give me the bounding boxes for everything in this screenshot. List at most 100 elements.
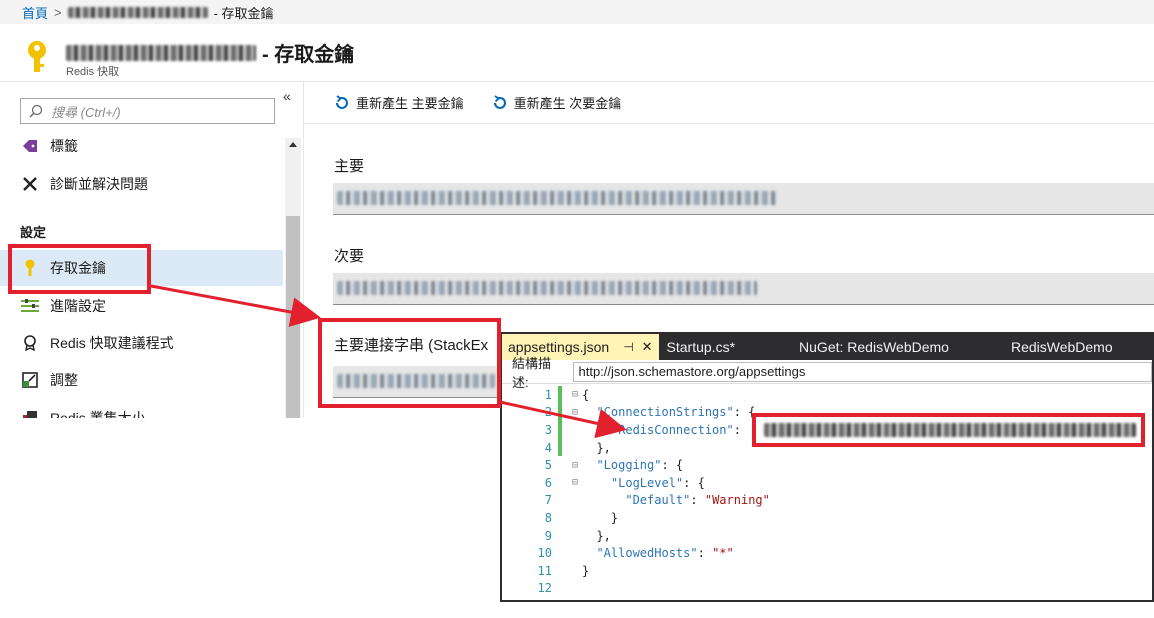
sidebar-item-label: 調整 [50, 372, 78, 388]
secondary-key-field[interactable] [333, 273, 1154, 305]
tag-icon [20, 137, 40, 155]
search-input[interactable]: 搜尋 (Ctrl+/) [20, 98, 275, 124]
pin-icon[interactable]: ⊣ [623, 340, 633, 354]
line-number: 11 [537, 563, 552, 578]
change-marker [558, 509, 562, 527]
redacted-resource-name[interactable] [67, 6, 208, 18]
sidebar-item-redis-advisor[interactable]: Redis 快取建議程式 [0, 325, 283, 361]
refresh-icon [493, 94, 506, 109]
line-number: 3 [544, 422, 552, 437]
schema-bar: 結構描述: http://json.schemastore.org/appset… [502, 356, 1152, 390]
code-line[interactable]: 9 }, [502, 527, 1152, 545]
change-marker [558, 456, 562, 474]
json-punctuation: : [733, 422, 749, 437]
scrollbar-thumb[interactable] [286, 216, 300, 418]
code-line[interactable]: 6 ⊟ "LogLevel": { [502, 474, 1152, 492]
change-marker [558, 421, 562, 439]
cluster-icon [20, 409, 40, 418]
json-string: "*" [712, 546, 734, 561]
json-punctuation: : { [683, 475, 705, 490]
line-number: 9 [544, 528, 552, 543]
breadcrumb-home-link[interactable]: 首頁 [22, 3, 48, 22]
scroll-up-icon[interactable] [289, 142, 297, 147]
code-line[interactable]: 12 [502, 580, 1152, 598]
change-marker [558, 492, 562, 510]
change-marker [558, 544, 562, 562]
redacted-redis-connection-value [764, 423, 1136, 437]
line-number: 7 [544, 493, 552, 508]
sidebar-item-label: Redis 快取建議程式 [50, 335, 174, 351]
sidebar-item-cluster-size[interactable]: Redis 叢集大小 [0, 400, 283, 418]
line-number: 8 [544, 510, 552, 525]
breadcrumb-current: - 存取金鑰 [213, 5, 274, 21]
tab-label: Startup.cs* [666, 339, 736, 355]
code-line[interactable]: 5 ⊟ "Logging": { [502, 456, 1152, 474]
regenerate-primary-button[interactable]: 重新產生 主要金鑰 [334, 93, 464, 112]
fold-toggle-icon[interactable]: ⊟ [572, 477, 582, 488]
sidebar-item-scale[interactable]: 調整 [0, 362, 283, 398]
json-punctuation: } [610, 510, 619, 525]
code-line[interactable]: 11} [502, 562, 1152, 580]
primary-key-label: 主要 [334, 158, 365, 175]
tab-startup-cs[interactable]: Startup.cs* [659, 334, 793, 360]
tab-rediswebdemo[interactable]: RedisWebDemo [1005, 334, 1119, 360]
json-key: "ConnectionStrings" [596, 405, 734, 420]
breadcrumb: 首頁 > - 存取金鑰 [0, 0, 1154, 24]
regenerate-secondary-button[interactable]: 重新產生 次要金鑰 [492, 93, 622, 112]
json-key: "Logging" [596, 458, 662, 473]
json-punctuation: } [582, 563, 590, 578]
search-placeholder: 搜尋 (Ctrl+/) [51, 104, 121, 120]
sidebar-item-label: 進階設定 [50, 298, 106, 314]
line-number: 1 [544, 387, 552, 402]
json-punctuation: { [582, 387, 590, 402]
code-line[interactable]: 10 "AllowedHosts": "*" [502, 544, 1152, 562]
vs-editor-window: appsettings.json ⊣ ✕ Startup.cs* NuGet: … [500, 332, 1154, 602]
tab-label: NuGet: RedisWebDemo [799, 339, 949, 355]
collapse-menu-button[interactable]: « [283, 88, 291, 104]
json-punctuation: }, [596, 440, 611, 455]
secondary-key-label: 次要 [334, 248, 365, 265]
primary-key-field[interactable] [333, 183, 1154, 215]
json-string: "Warning" [704, 493, 770, 508]
wrench-icon [20, 175, 40, 193]
change-marker [558, 386, 562, 404]
close-icon[interactable]: ✕ [642, 339, 653, 355]
line-number: 4 [544, 440, 552, 455]
search-icon [29, 104, 43, 118]
regenerate-primary-label: 重新產生 主要金鑰 [356, 96, 464, 111]
sidebar-item-diagnose[interactable]: 診斷並解決問題 [0, 166, 283, 202]
line-number: 2 [544, 405, 552, 420]
json-key: "RedisConnection" [610, 422, 734, 437]
sidebar-item-label: Redis 叢集大小 [50, 410, 146, 418]
line-number: 6 [544, 475, 552, 490]
redacted-primary-key [337, 191, 777, 205]
change-marker [558, 474, 562, 492]
schema-url-input[interactable]: http://json.schemastore.org/appsettings [573, 361, 1152, 382]
change-marker [558, 403, 562, 422]
code-line[interactable]: 7 "Default": "Warning" [502, 492, 1152, 510]
sidebar-scrollbar[interactable] [285, 138, 301, 418]
regenerate-secondary-label: 重新產生 次要金鑰 [513, 96, 622, 111]
fold-toggle-icon[interactable]: ⊟ [572, 460, 582, 471]
sidebar-item-tags[interactable]: 標籤 [0, 128, 283, 164]
change-marker [558, 562, 562, 580]
fold-toggle-icon[interactable]: ⊟ [572, 389, 582, 400]
sidebar-item-label: 標籤 [50, 138, 78, 154]
json-key: "Default" [625, 493, 691, 508]
tab-nuget[interactable]: NuGet: RedisWebDemo [793, 334, 1005, 360]
callout-box-connection-string [318, 318, 501, 408]
code-line[interactable]: 8 } [502, 509, 1152, 527]
code-line[interactable]: 1 ⊟{ [502, 386, 1152, 404]
tab-label: RedisWebDemo [1010, 339, 1113, 355]
command-bar: 重新產生 主要金鑰 重新產生 次要金鑰 [304, 82, 1154, 124]
azure-portal-page: 首頁 > - 存取金鑰 - 存取金鑰 Redis 快取 搜尋 (Ctrl+/) … [0, 0, 1154, 618]
refresh-icon [336, 94, 348, 109]
fold-toggle-icon[interactable]: ⊟ [572, 407, 582, 418]
